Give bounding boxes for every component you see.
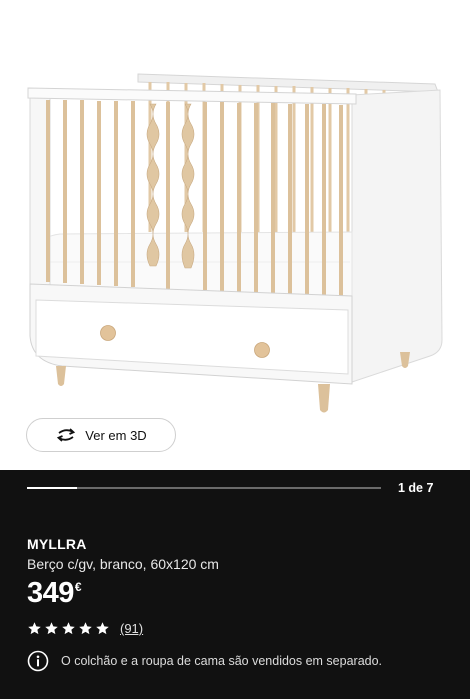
rating-count-link[interactable]: (91) <box>120 621 143 636</box>
star-icon <box>95 621 110 636</box>
star-icon <box>27 621 42 636</box>
star-icon <box>61 621 76 636</box>
star-icon <box>44 621 59 636</box>
price-currency: € <box>74 580 82 594</box>
notice-row: O colchão e a roupa de cama são vendidos… <box>27 650 382 672</box>
price-amount: 349 <box>27 577 74 609</box>
notice-text: O colchão e a roupa de cama são vendidos… <box>61 654 383 668</box>
info-icon <box>27 650 49 672</box>
product-info-panel: 1 de 7 MYLLRA Berço c/gv, branco, 60x120… <box>0 470 470 699</box>
view-in-3d-label: Ver em 3D <box>85 427 147 443</box>
star-icon <box>78 621 93 636</box>
product-description: Berço c/gv, branco, 60x120 cm <box>27 556 219 572</box>
gallery-progress-bar <box>27 487 381 489</box>
rotate-3d-icon <box>55 427 77 443</box>
product-image[interactable]: Ver em 3D <box>0 0 470 470</box>
gallery-progress-fill <box>27 487 77 489</box>
product-price: 349 € <box>27 576 82 610</box>
product-rating[interactable]: (91) <box>27 621 143 636</box>
gallery-counter: 1 de 7 <box>398 481 434 495</box>
product-name: MYLLRA <box>27 536 87 552</box>
view-in-3d-button[interactable]: Ver em 3D <box>26 418 176 452</box>
crib-illustration <box>27 73 443 413</box>
